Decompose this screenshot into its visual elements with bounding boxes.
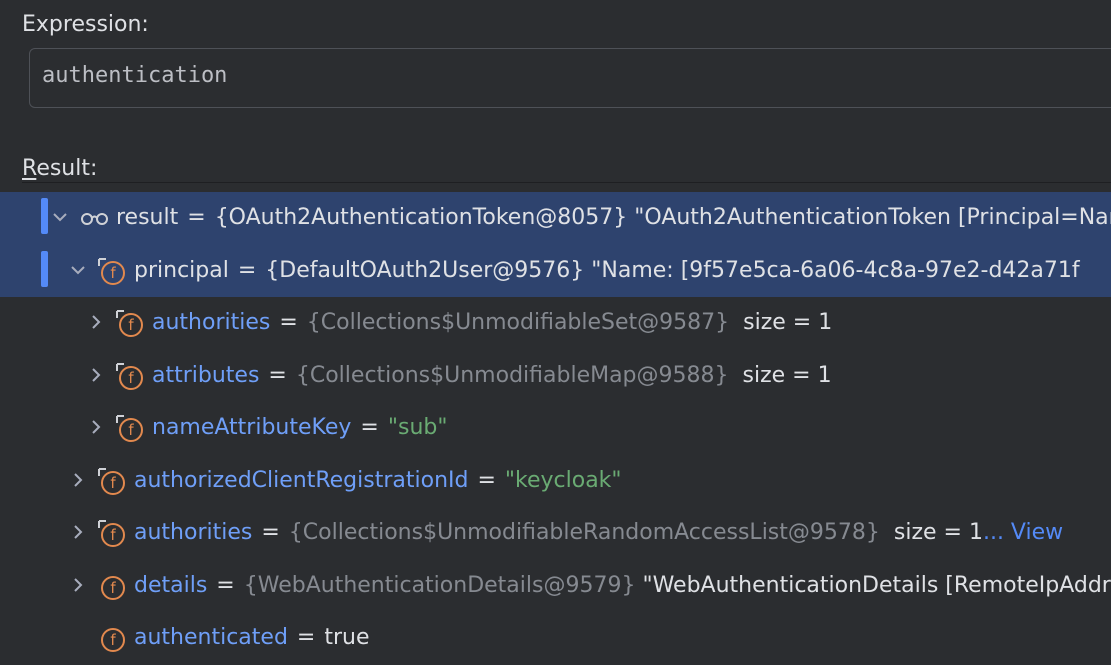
tree-row-authorities[interactable]: f authorities = {Collections$UnmodifiableS… bbox=[0, 297, 1111, 350]
tree-row-text: details = {WebAuthenticationDetails@9579} … bbox=[134, 573, 1111, 598]
variable-name: details bbox=[134, 572, 208, 598]
tree-row-text: result = {OAuth2AuthenticationToken@8057} … bbox=[116, 205, 1111, 230]
collection-size: size = 1 bbox=[742, 362, 832, 388]
svg-text:f: f bbox=[110, 526, 116, 544]
tree-row-authorities-list[interactable]: f authorities = {Collections$UnmodifiableR… bbox=[0, 507, 1111, 560]
variable-name: attributes bbox=[152, 362, 260, 388]
tree-row-authenticated[interactable]: f authenticated = true bbox=[0, 612, 1111, 665]
svg-text:f: f bbox=[110, 474, 116, 492]
collection-size: size = 1 bbox=[893, 520, 983, 545]
chevron-right-icon[interactable] bbox=[69, 522, 87, 540]
result-tree[interactable]: result = {OAuth2AuthenticationToken@8057} … bbox=[0, 192, 1111, 665]
result-label-rest: esult: bbox=[36, 156, 98, 181]
string-value: "keycloak" bbox=[504, 467, 622, 493]
tree-row-text: principal = {DefaultOAuth2User@9576} "Name… bbox=[134, 257, 1080, 283]
result-label: Result: bbox=[22, 156, 97, 181]
result-label-mnemonic: R bbox=[22, 156, 37, 181]
tree-row-text: authenticated = true bbox=[134, 625, 370, 650]
field-link-icon: f bbox=[115, 309, 145, 345]
expression-box[interactable] bbox=[29, 48, 1111, 108]
string-value: "sub" bbox=[387, 415, 448, 440]
svg-text:f: f bbox=[128, 421, 134, 439]
tree-row-result[interactable]: result = {OAuth2AuthenticationToken@8057} … bbox=[0, 192, 1111, 245]
chevron-right-icon[interactable] bbox=[87, 417, 105, 435]
svg-text:f: f bbox=[128, 316, 134, 334]
chevron-right-icon[interactable] bbox=[69, 470, 87, 488]
variable-name: nameAttributeKey bbox=[152, 415, 352, 440]
tree-row-text: attributes = {Collections$UnmodifiableMap@… bbox=[152, 362, 832, 388]
tree-row-principal[interactable]: f principal = {DefaultOAuth2User@9576} "Na… bbox=[0, 244, 1111, 297]
field-icon: f bbox=[97, 624, 127, 660]
variable-ref: {OAuth2AuthenticationToken@8057} bbox=[214, 205, 628, 230]
variable-name: result bbox=[116, 205, 179, 230]
field-link-icon: f bbox=[97, 519, 127, 555]
tree-row-text: authorities = {Collections$UnmodifiableRan… bbox=[134, 520, 1064, 545]
variable-value: "Name: [9f57e5ca-6a06-4c8a-97e2-d42a71f bbox=[591, 257, 1080, 283]
variable-name: authorities bbox=[134, 520, 253, 545]
variable-ref: {Collections$UnmodifiableMap@9588} bbox=[295, 362, 729, 388]
variable-ref: {WebAuthenticationDetails@9579} bbox=[243, 572, 636, 598]
expression-input[interactable] bbox=[42, 63, 1042, 88]
field-link-icon: f bbox=[115, 362, 145, 398]
result-separator bbox=[22, 182, 1111, 183]
variable-value: "OAuth2AuthenticationToken [Principal=Na… bbox=[634, 205, 1111, 230]
collection-size: size = 1 bbox=[743, 310, 833, 335]
field-icon: f bbox=[97, 572, 127, 608]
variable-name: authorities bbox=[152, 310, 271, 335]
selection-marker bbox=[41, 250, 48, 287]
selection-marker bbox=[41, 198, 48, 234]
tree-row-text: authorizedClientRegistrationId = "keycloak… bbox=[134, 467, 622, 493]
view-link[interactable]: ... View bbox=[983, 520, 1063, 545]
chevron-down-icon[interactable] bbox=[51, 207, 69, 225]
variable-name: authenticated bbox=[134, 625, 288, 650]
svg-text:f: f bbox=[110, 264, 116, 282]
tree-row-details[interactable]: f details = {WebAuthenticationDetails@9579… bbox=[0, 560, 1111, 613]
variable-value: true bbox=[324, 625, 370, 650]
expression-label: Expression: bbox=[22, 12, 149, 37]
variable-name: principal bbox=[134, 257, 229, 283]
chevron-right-icon[interactable] bbox=[87, 312, 105, 330]
svg-text:f: f bbox=[110, 631, 116, 649]
field-link-icon: f bbox=[115, 414, 145, 450]
tree-row-nameattributekey[interactable]: f nameAttributeKey = "sub" bbox=[0, 402, 1111, 455]
tree-row-attributes[interactable]: f attributes = {Collections$UnmodifiableMa… bbox=[0, 350, 1111, 403]
field-link-icon: f bbox=[97, 257, 127, 293]
tree-row-text: authorities = {Collections$UnmodifiableSet… bbox=[152, 310, 833, 335]
tree-row-authorizedclientregistrationid[interactable]: f authorizedClientRegistrationId = "keyclo… bbox=[0, 455, 1111, 508]
svg-text:f: f bbox=[110, 579, 116, 597]
variable-ref: {Collections$UnmodifiableSet@9587} bbox=[306, 310, 730, 335]
chevron-right-icon[interactable] bbox=[87, 365, 105, 383]
variable-ref: {DefaultOAuth2User@9576} bbox=[265, 257, 585, 283]
variable-value: "WebAuthenticationDetails [RemoteIpAddre… bbox=[642, 572, 1111, 598]
variable-name: authorizedClientRegistrationId bbox=[134, 467, 469, 493]
tree-row-text: nameAttributeKey = "sub" bbox=[152, 415, 448, 440]
chevron-down-icon[interactable] bbox=[69, 260, 87, 278]
field-link-icon: f bbox=[97, 467, 127, 503]
variable-ref: {Collections$UnmodifiableRandomAccessLis… bbox=[288, 520, 880, 545]
watch-glasses-icon bbox=[80, 207, 110, 232]
chevron-right-icon[interactable] bbox=[69, 575, 87, 593]
svg-text:f: f bbox=[128, 369, 134, 387]
